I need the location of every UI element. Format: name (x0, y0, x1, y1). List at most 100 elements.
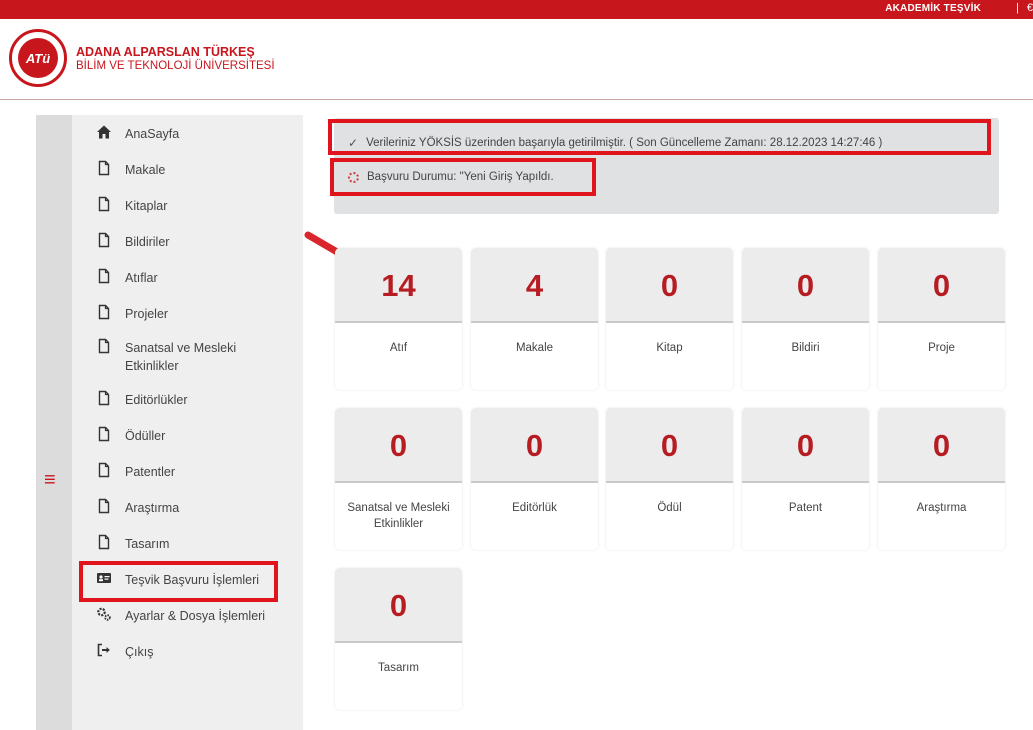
stat-card[interactable]: 4 Makale (471, 248, 598, 390)
top-bar: AKADEMİK TEŞVİK | € (0, 0, 1033, 19)
sidebar-item-9[interactable]: Patentler (96, 462, 176, 481)
stat-card-value: 0 (660, 268, 679, 303)
sidebar-item-2[interactable]: Kitaplar (96, 196, 168, 215)
sidebar-item-label: AnaSayfa (125, 127, 180, 141)
sidebar-item-label: Ödüller (125, 429, 166, 443)
stat-card-value: 0 (660, 428, 679, 463)
sidebar-item-5[interactable]: Projeler (96, 304, 169, 323)
stat-card-label-line1: Editörlük (512, 502, 557, 514)
stat-card-label-line1: Sanatsal ve Mesleki (347, 502, 450, 514)
sidebar-item-label: Sanatsal ve Mesleki (125, 341, 237, 355)
document-icon (96, 160, 112, 176)
stat-card-label-line1: Bildiri (791, 342, 820, 354)
university-name: ADANA ALPARSLAN TÜRKEŞ (76, 45, 255, 59)
header: ATü ADANA ALPARSLAN TÜRKEŞ BİLİM VE TEKN… (0, 19, 1033, 100)
stat-card[interactable]: 0 Bildiri (742, 248, 869, 390)
gears-icon (96, 606, 112, 622)
stat-card[interactable]: 0 Proje (878, 248, 1005, 390)
stat-card-label-line1: Patent (788, 502, 823, 514)
document-icon (96, 232, 112, 248)
sign-out-icon (96, 642, 112, 658)
sidebar-item-label: Çıkış (125, 645, 154, 659)
sidebar-item-label: Patentler (125, 465, 176, 479)
stat-card[interactable]: 0 Editörlük (471, 408, 598, 550)
document-icon (96, 534, 112, 550)
stat-card-label-line1: Tasarım (378, 662, 419, 674)
stat-card-label-line1: Makale (515, 342, 554, 354)
stat-card-label-line1: Proje (928, 342, 955, 354)
stat-card-label: Bildiri (742, 340, 869, 356)
document-icon (96, 304, 112, 320)
stat-card-value: 0 (932, 428, 951, 463)
stat-card[interactable]: 0 Kitap (606, 248, 733, 390)
stat-card-label: Patent (742, 500, 869, 516)
sidebar-item-label: Kitaplar (125, 199, 168, 213)
stat-card-label: Tasarım (335, 660, 462, 676)
highlight-tesvik-basvuru (79, 561, 278, 602)
left-rail: ≡ (36, 115, 72, 730)
stat-card-label: Ödül (606, 500, 733, 516)
sidebar-item-label: Ayarlar & Dosya İşlemleri (125, 609, 266, 623)
highlight-sync-status (328, 119, 991, 155)
university-subtitle: BİLİM VE TEKNOLOJİ ÜNİVERSİTESİ (76, 60, 275, 72)
stat-card-label: Sanatsal ve Mesleki Etkinlikler (335, 500, 462, 532)
stat-card-value: 4 (525, 268, 544, 303)
logo-mark: ATü (18, 38, 58, 78)
sidebar-item-label-line2: Etkinlikler (125, 359, 179, 373)
hamburger-menu-icon[interactable]: ≡ (44, 470, 56, 490)
stat-card-label: Proje (878, 340, 1005, 356)
stat-card[interactable]: 0 Araştırma (878, 408, 1005, 550)
topbar-separator: | (1016, 2, 1019, 14)
document-icon (96, 390, 112, 406)
sidebar-item-3[interactable]: Bildiriler (96, 232, 170, 251)
sidebar-item-label: Bildiriler (125, 235, 170, 249)
stat-card-value: 0 (389, 588, 408, 623)
document-icon (96, 196, 112, 212)
sidebar-item-label: Projeler (125, 307, 169, 321)
stat-card-label: Araştırma (878, 500, 1005, 516)
university-logo[interactable]: ATü (9, 29, 67, 87)
stat-card-label-line1: Araştırma (916, 502, 967, 514)
stat-card[interactable]: 14 Atıf (335, 248, 462, 390)
stat-card-label: Kitap (606, 340, 733, 356)
stat-card-value: 0 (389, 428, 408, 463)
stat-card[interactable]: 0 Sanatsal ve Mesleki Etkinlikler (335, 408, 462, 550)
document-icon (96, 268, 112, 284)
sidebar-item-label: Atıflar (125, 271, 158, 285)
stat-card-value: 0 (796, 428, 815, 463)
stat-card-label-line2: Etkinlikler (373, 518, 424, 530)
sidebar-item-13[interactable]: Ayarlar & Dosya İşlemleri (96, 607, 265, 625)
sidebar-item-10[interactable]: Araştırma (96, 498, 180, 517)
stat-card[interactable]: 0 Patent (742, 408, 869, 550)
document-icon (96, 426, 112, 442)
sidebar-item-8[interactable]: Ödüller (96, 426, 166, 445)
stat-card[interactable]: 0 Ödül (606, 408, 733, 550)
akademik-tesvik-link[interactable]: AKADEMİK TEŞVİK (885, 3, 981, 14)
stat-card-label: Makale (471, 340, 598, 356)
stat-card-label-line1: Ödül (657, 502, 682, 514)
stat-card-value: 14 (381, 268, 416, 303)
stat-card[interactable]: 0 Tasarım (335, 568, 462, 710)
home-icon (96, 124, 112, 140)
sidebar-item-label: Araştırma (125, 501, 180, 515)
stat-card-value: 0 (525, 428, 544, 463)
stat-card-label-line1: Kitap (656, 342, 683, 354)
sidebar-item-label: Editörlükler (125, 393, 188, 407)
sidebar-item-label: Tasarım (125, 537, 170, 551)
stat-card-value: 0 (796, 268, 815, 303)
document-icon (96, 462, 112, 478)
document-icon (96, 338, 112, 354)
sidebar-item-label: Makale (125, 163, 166, 177)
sidebar-item-1[interactable]: Makale (96, 160, 166, 179)
sidebar-item-7[interactable]: Editörlükler (96, 390, 188, 409)
stat-card-label: Editörlük (471, 500, 598, 516)
sidebar-item-6[interactable]: Sanatsal ve Mesleki Etkinlikler (96, 338, 237, 375)
sidebar-item-0[interactable]: AnaSayfa (96, 125, 179, 143)
sidebar-item-14[interactable]: Çıkış (96, 643, 153, 661)
topbar-extra-icon[interactable]: € (1027, 2, 1033, 14)
stat-card-label: Atıf (335, 340, 462, 356)
stat-card-label-line1: Atıf (389, 342, 408, 354)
sidebar-item-11[interactable]: Tasarım (96, 534, 170, 553)
highlight-application-status (330, 158, 596, 196)
sidebar-item-4[interactable]: Atıflar (96, 268, 158, 287)
